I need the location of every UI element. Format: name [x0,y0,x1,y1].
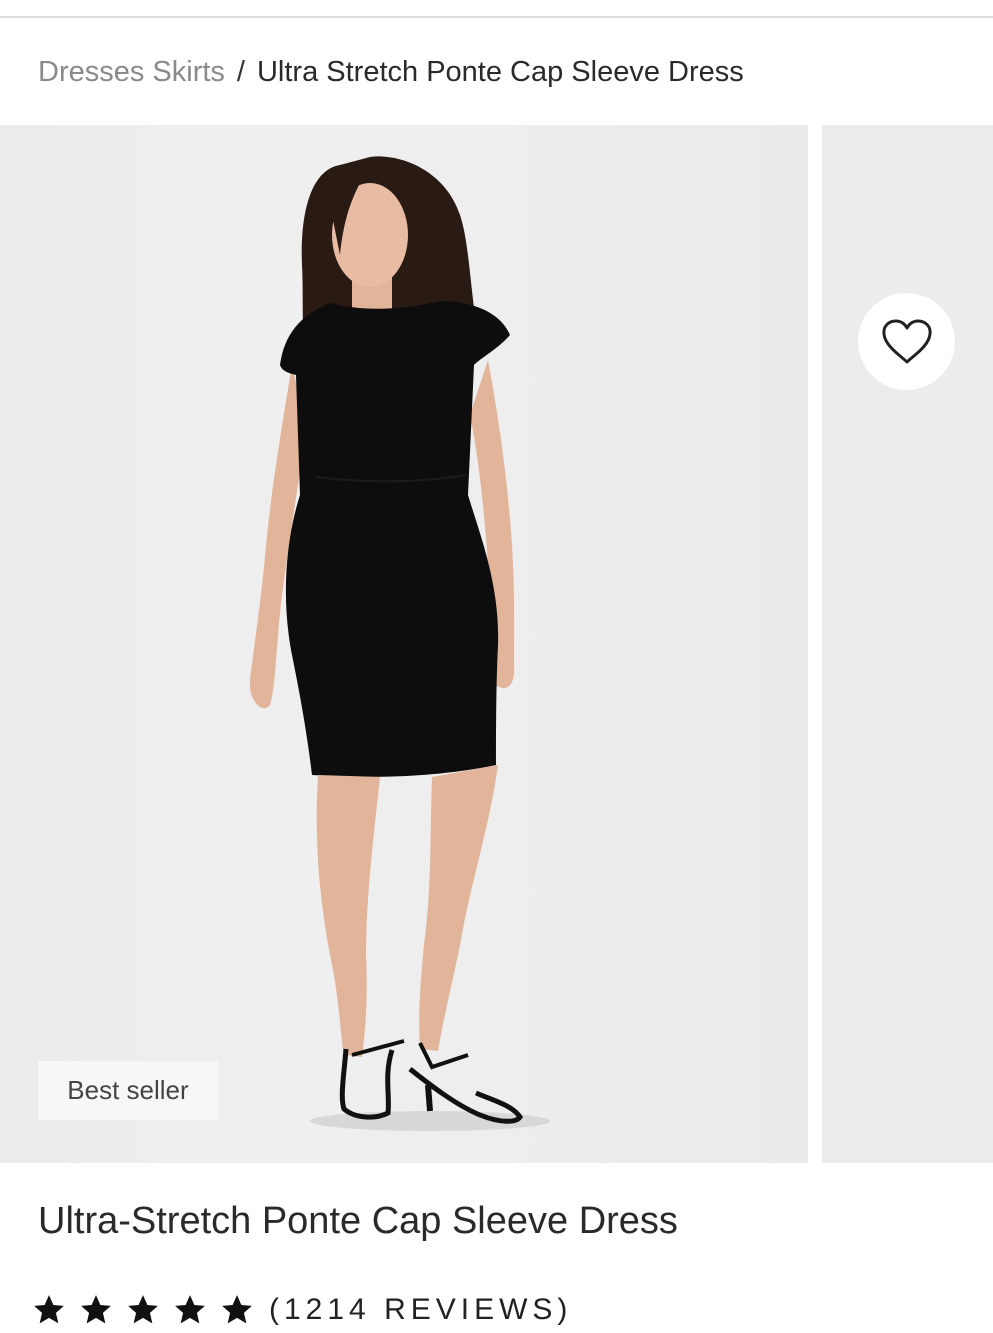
star-rating [32,1293,267,1327]
heart-outline-icon [881,319,932,363]
top-divider [0,16,993,18]
star-icon [34,1295,64,1324]
product-image-main[interactable]: Best seller [0,125,808,1163]
product-rating: (1214 REVIEWS) [32,1288,572,1332]
star-icon [81,1295,111,1324]
reviews-link[interactable]: (1214 REVIEWS) [269,1293,572,1327]
breadcrumb: Dresses Skirts / Ultra Stretch Ponte Cap S… [38,52,744,92]
breadcrumb-link-dresses-skirts[interactable]: Dresses Skirts [38,56,225,88]
product-image-gallery[interactable]: Best seller [0,125,993,1163]
model-in-dress-photo [249,156,550,1131]
add-to-wishlist-button[interactable] [858,293,955,390]
product-image-next-peek[interactable] [822,125,993,1163]
best-seller-badge: Best seller [38,1061,218,1120]
star-icon [222,1295,252,1324]
breadcrumb-current-page: Ultra Stretch Ponte Cap Sleeve Dress [256,56,744,88]
star-icon [175,1295,205,1324]
product-title: Ultra-Stretch Ponte Cap Sleeve Dress [38,1200,678,1242]
star-icon [128,1295,158,1324]
breadcrumb-separator: / [236,56,245,88]
